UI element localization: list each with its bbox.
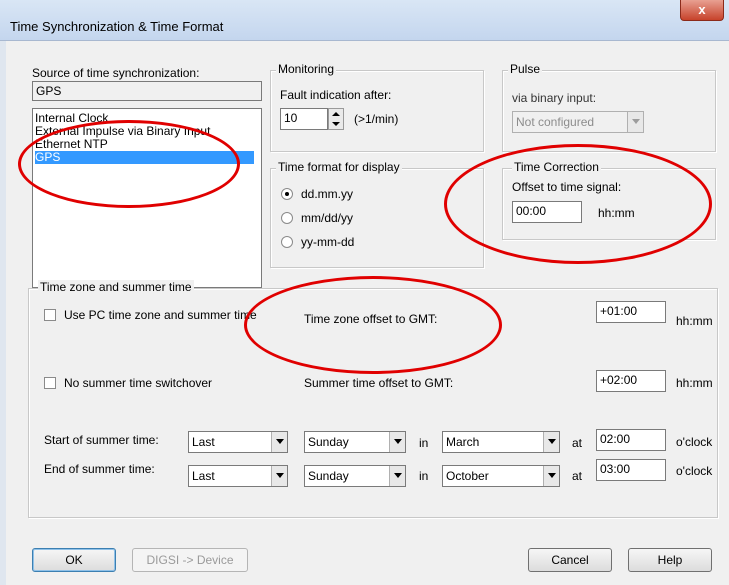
fault-unit-label: (>1/min) (354, 112, 399, 126)
use-pc-timezone-label: Use PC time zone and summer time (64, 308, 257, 322)
source-label: Source of time synchronization: (32, 66, 200, 80)
monitoring-legend: Monitoring (276, 62, 337, 76)
summer-offset-input[interactable]: +02:00 (596, 370, 666, 392)
close-button[interactable]: x (680, 0, 724, 21)
fault-indication-label: Fault indication after: (280, 88, 392, 102)
end-day-value: Sunday (308, 469, 349, 483)
start-oclock-label: o'clock (676, 435, 713, 449)
no-summer-switchover-label: No summer time switchover (64, 376, 213, 390)
start-day-value: Sunday (308, 435, 349, 449)
start-time-input[interactable]: 02:00 (596, 429, 666, 451)
summer-offset-label: Summer time offset to GMT: (304, 376, 454, 390)
radio-label-mm-dd-yy: mm/dd/yy (301, 211, 354, 225)
time-correction-legend: Time Correction (512, 160, 601, 174)
spin-down-icon[interactable] (329, 119, 343, 129)
end-in-label: in (419, 469, 429, 483)
radio-dd-mm-yy[interactable] (281, 188, 293, 200)
fault-indication-input[interactable]: 10 (280, 108, 328, 130)
chevron-down-icon[interactable] (271, 466, 287, 486)
end-summer-label: End of summer time: (44, 462, 155, 476)
close-icon: x (698, 2, 706, 17)
dialog-window: Time Synchronization & Time Format x Sou… (0, 0, 729, 585)
pulse-select-value: Not configured (516, 115, 595, 129)
list-item-selected[interactable]: GPS (35, 151, 254, 164)
pulse-legend: Pulse (508, 62, 543, 76)
no-summer-switchover-checkbox[interactable] (44, 377, 56, 389)
digsi-to-device-button[interactable]: DIGSI -> Device (132, 548, 248, 572)
start-week-select[interactable]: Last (188, 431, 288, 453)
pulse-binary-input-select: Not configured (512, 111, 644, 133)
window-title: Time Synchronization & Time Format (10, 19, 224, 34)
tz-offset-label: Time zone offset to GMT: (304, 312, 438, 326)
start-summer-label: Start of summer time: (44, 433, 159, 447)
chevron-down-icon[interactable] (271, 432, 287, 452)
offset-unit-label: hh:mm (598, 206, 635, 220)
time-format-legend: Time format for display (276, 160, 402, 174)
start-day-select[interactable]: Sunday (304, 431, 406, 453)
help-button[interactable]: Help (628, 548, 712, 572)
end-month-select[interactable]: October (442, 465, 560, 487)
dialog-client-area: Source of time synchronization: GPS Inte… (14, 44, 718, 582)
radio-yy-mm-dd[interactable] (281, 236, 293, 248)
window-left-border (0, 40, 6, 585)
start-month-select[interactable]: March (442, 431, 560, 453)
start-week-value: Last (192, 435, 215, 449)
end-at-label: at (572, 469, 583, 483)
chevron-down-icon[interactable] (389, 432, 405, 452)
end-week-value: Last (192, 469, 215, 483)
chevron-down-icon[interactable] (543, 466, 559, 486)
ok-button[interactable]: OK (32, 548, 116, 572)
cancel-button[interactable]: Cancel (528, 548, 612, 572)
spin-up-icon[interactable] (329, 109, 343, 119)
timezone-legend: Time zone and summer time (38, 280, 194, 294)
fault-indication-spinner[interactable] (328, 108, 344, 130)
radio-label-yy-mm-dd: yy-mm-dd (301, 235, 355, 249)
summer-offset-unit: hh:mm (676, 376, 713, 390)
chevron-down-icon[interactable] (543, 432, 559, 452)
radio-mm-dd-yy[interactable] (281, 212, 293, 224)
source-listbox[interactable]: Internal Clock External Impulse via Bina… (32, 108, 262, 288)
start-in-label: in (419, 436, 429, 450)
title-bar[interactable]: Time Synchronization & Time Format x (0, 0, 729, 41)
start-month-value: March (446, 435, 480, 449)
chevron-down-icon[interactable] (389, 466, 405, 486)
offset-time-signal-input[interactable]: 00:00 (512, 201, 582, 223)
radio-label-dd-mm-yy: dd.mm.yy (301, 187, 354, 201)
end-day-select[interactable]: Sunday (304, 465, 406, 487)
chevron-down-icon (627, 112, 643, 132)
end-week-select[interactable]: Last (188, 465, 288, 487)
tz-offset-unit: hh:mm (676, 314, 713, 328)
end-month-value: October (446, 469, 489, 483)
pulse-via-label: via binary input: (512, 91, 597, 105)
end-oclock-label: o'clock (676, 464, 713, 478)
start-at-label: at (572, 436, 583, 450)
offset-time-signal-label: Offset to time signal: (512, 180, 622, 194)
end-time-input[interactable]: 03:00 (596, 459, 666, 481)
source-value-field: GPS (32, 81, 262, 101)
use-pc-timezone-checkbox[interactable] (44, 309, 56, 321)
tz-offset-input[interactable]: +01:00 (596, 301, 666, 323)
